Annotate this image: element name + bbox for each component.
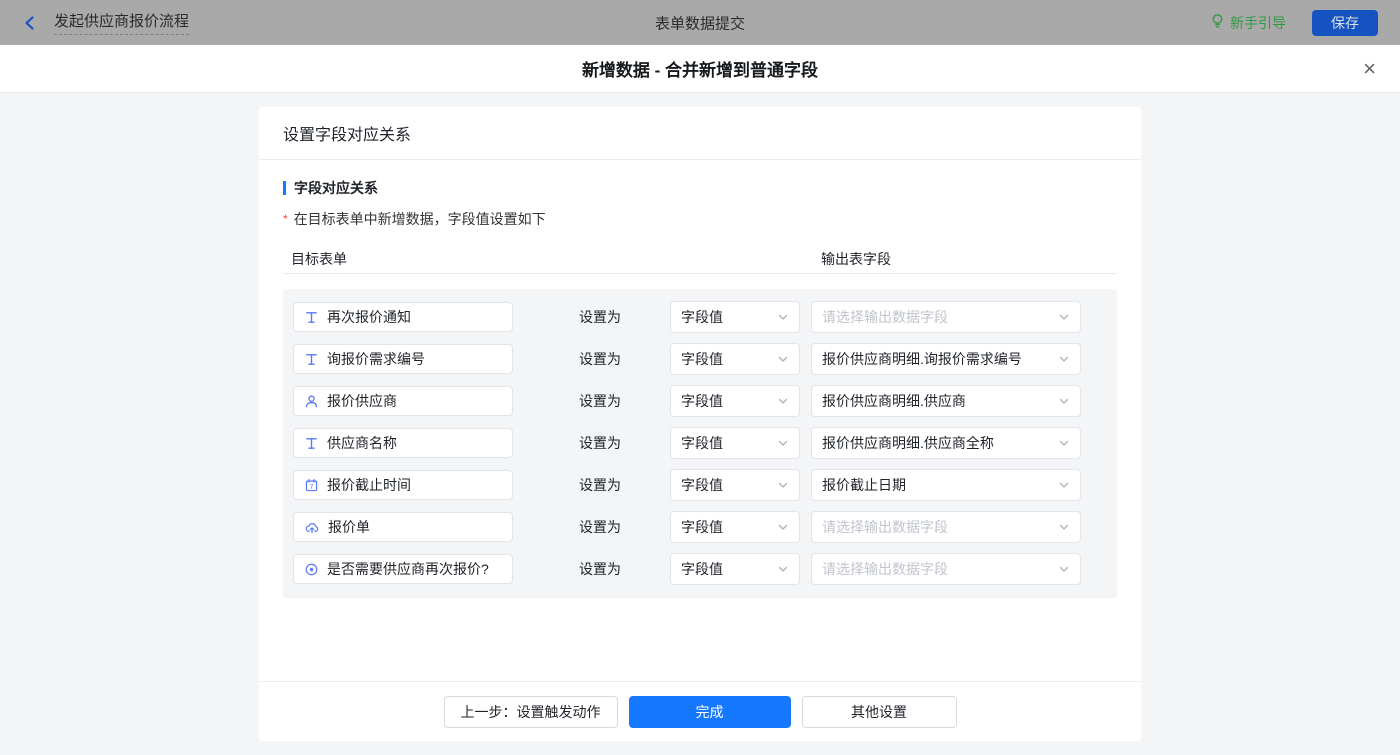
section-title: 字段对应关系 <box>283 178 1117 198</box>
output-field-select[interactable]: 报价截止日期 <box>811 469 1081 501</box>
mapping-row: 是否需要供应商再次报价? 设置为 字段值 请选择输出数据字段 <box>283 553 1117 585</box>
done-button[interactable]: 完成 <box>628 695 791 728</box>
mapping-row: 7 报价截止时间 设置为 字段值 报价截止日期 <box>283 469 1117 501</box>
close-icon[interactable]: × <box>1363 57 1376 80</box>
text-field-icon <box>304 310 319 325</box>
svg-text:7: 7 <box>310 483 314 490</box>
required-mark: * <box>283 212 288 226</box>
column-headers: 目标表单 输出表字段 <box>283 249 1117 271</box>
page-title: 表单数据提交 <box>654 15 746 32</box>
chevron-down-icon <box>1058 563 1070 575</box>
set-as-label: 设置为 <box>579 393 621 409</box>
radio-icon <box>304 562 319 577</box>
person-icon <box>304 394 319 409</box>
chevron-down-icon <box>1058 353 1070 365</box>
mapping-note-text: 在目标表单中新增数据，字段值设置如下 <box>293 211 546 227</box>
set-as-label: 设置为 <box>579 435 621 451</box>
chevron-down-icon <box>777 437 789 449</box>
target-field-item[interactable]: 7 报价截止时间 <box>293 470 513 500</box>
target-field-item[interactable]: 报价单 <box>293 512 513 542</box>
calendar-icon: 7 <box>304 478 319 493</box>
set-as-label: 设置为 <box>579 309 621 325</box>
target-field-item[interactable]: 询报价需求编号 <box>293 344 513 374</box>
chevron-down-icon <box>777 521 789 533</box>
output-field-select[interactable]: 报价供应商明细.询报价需求编号 <box>811 343 1081 375</box>
target-field-item[interactable]: 是否需要供应商再次报价? <box>293 554 513 584</box>
target-field-item[interactable]: 再次报价通知 <box>293 302 513 332</box>
value-mode-select[interactable]: 字段值 <box>670 469 800 501</box>
text-field-icon <box>304 352 319 367</box>
chevron-down-icon <box>777 563 789 575</box>
other-settings-button[interactable]: 其他设置 <box>801 695 957 728</box>
chevron-down-icon <box>1058 479 1070 491</box>
value-mode-select[interactable]: 字段值 <box>670 553 800 585</box>
column-output-fields: 输出表字段 <box>821 251 891 267</box>
beginner-guide-label: 新手引导 <box>1230 14 1286 31</box>
topbar: 发起供应商报价流程 表单数据提交 新手引导 保存 <box>0 0 1400 45</box>
mapping-row: 报价供应商 设置为 字段值 报价供应商明细.供应商 <box>283 385 1117 417</box>
card-footer: 上一步：设置触发动作 完成 其他设置 <box>259 681 1141 741</box>
card-header: 设置字段对应关系 <box>259 107 1141 160</box>
target-field-item[interactable]: 报价供应商 <box>293 386 513 416</box>
output-field-select[interactable]: 报价供应商明细.供应商全称 <box>811 427 1081 459</box>
mapping-row: 再次报价通知 设置为 字段值 请选择输出数据字段 <box>283 301 1117 333</box>
set-as-label: 设置为 <box>579 561 621 577</box>
value-mode-select[interactable]: 字段值 <box>670 301 800 333</box>
field-mapping-card: 设置字段对应关系 字段对应关系 * 在目标表单中新增数据，字段值设置如下 目标表… <box>259 107 1141 741</box>
output-field-select[interactable]: 请选择输出数据字段 <box>811 553 1081 585</box>
chevron-down-icon <box>1058 437 1070 449</box>
output-field-select[interactable]: 请选择输出数据字段 <box>811 511 1081 543</box>
dialog-title: 新增数据 - 合并新增到普通字段 <box>581 61 819 80</box>
save-button[interactable]: 保存 <box>1312 9 1378 36</box>
text-field-icon <box>304 436 319 451</box>
set-as-label: 设置为 <box>579 519 621 535</box>
beginner-guide-link[interactable]: 新手引导 <box>1210 13 1286 33</box>
chevron-down-icon <box>1058 521 1070 533</box>
value-mode-select[interactable]: 字段值 <box>670 427 800 459</box>
chevron-down-icon <box>777 311 789 323</box>
target-field-item[interactable]: 供应商名称 <box>293 428 513 458</box>
mapping-note: * 在目标表单中新增数据，字段值设置如下 <box>283 209 1117 229</box>
chevron-down-icon <box>777 395 789 407</box>
flow-title[interactable]: 发起供应商报价流程 <box>54 10 190 35</box>
value-mode-select[interactable]: 字段值 <box>670 385 800 417</box>
set-as-label: 设置为 <box>579 477 621 493</box>
lightbulb-icon <box>1210 13 1225 32</box>
section-accent-bar <box>283 181 286 195</box>
value-mode-select[interactable]: 字段值 <box>670 511 800 543</box>
back-icon[interactable] <box>22 15 38 31</box>
chevron-down-icon <box>1058 311 1070 323</box>
chevron-down-icon <box>1058 395 1070 407</box>
set-as-label: 设置为 <box>579 351 621 367</box>
chevron-down-icon <box>777 479 789 491</box>
mapping-row: 供应商名称 设置为 字段值 报价供应商明细.供应商全称 <box>283 427 1117 459</box>
previous-step-button[interactable]: 上一步：设置触发动作 <box>443 695 618 728</box>
mapping-row: 报价单 设置为 字段值 请选择输出数据字段 <box>283 511 1117 543</box>
cloud-upload-icon <box>304 520 320 535</box>
output-field-select[interactable]: 报价供应商明细.供应商 <box>811 385 1081 417</box>
column-target-form: 目标表单 <box>291 251 347 267</box>
mapping-panel: 再次报价通知 设置为 字段值 请选择输出数据字段 询报价需求编号 设置为 字段值 <box>283 289 1117 598</box>
output-field-select[interactable]: 请选择输出数据字段 <box>811 301 1081 333</box>
section-label: 字段对应关系 <box>294 180 378 196</box>
dialog-header: 新增数据 - 合并新增到普通字段 × <box>0 45 1400 93</box>
chevron-down-icon <box>777 353 789 365</box>
value-mode-select[interactable]: 字段值 <box>670 343 800 375</box>
mapping-row: 询报价需求编号 设置为 字段值 报价供应商明细.询报价需求编号 <box>283 343 1117 375</box>
column-divider <box>283 273 1117 274</box>
